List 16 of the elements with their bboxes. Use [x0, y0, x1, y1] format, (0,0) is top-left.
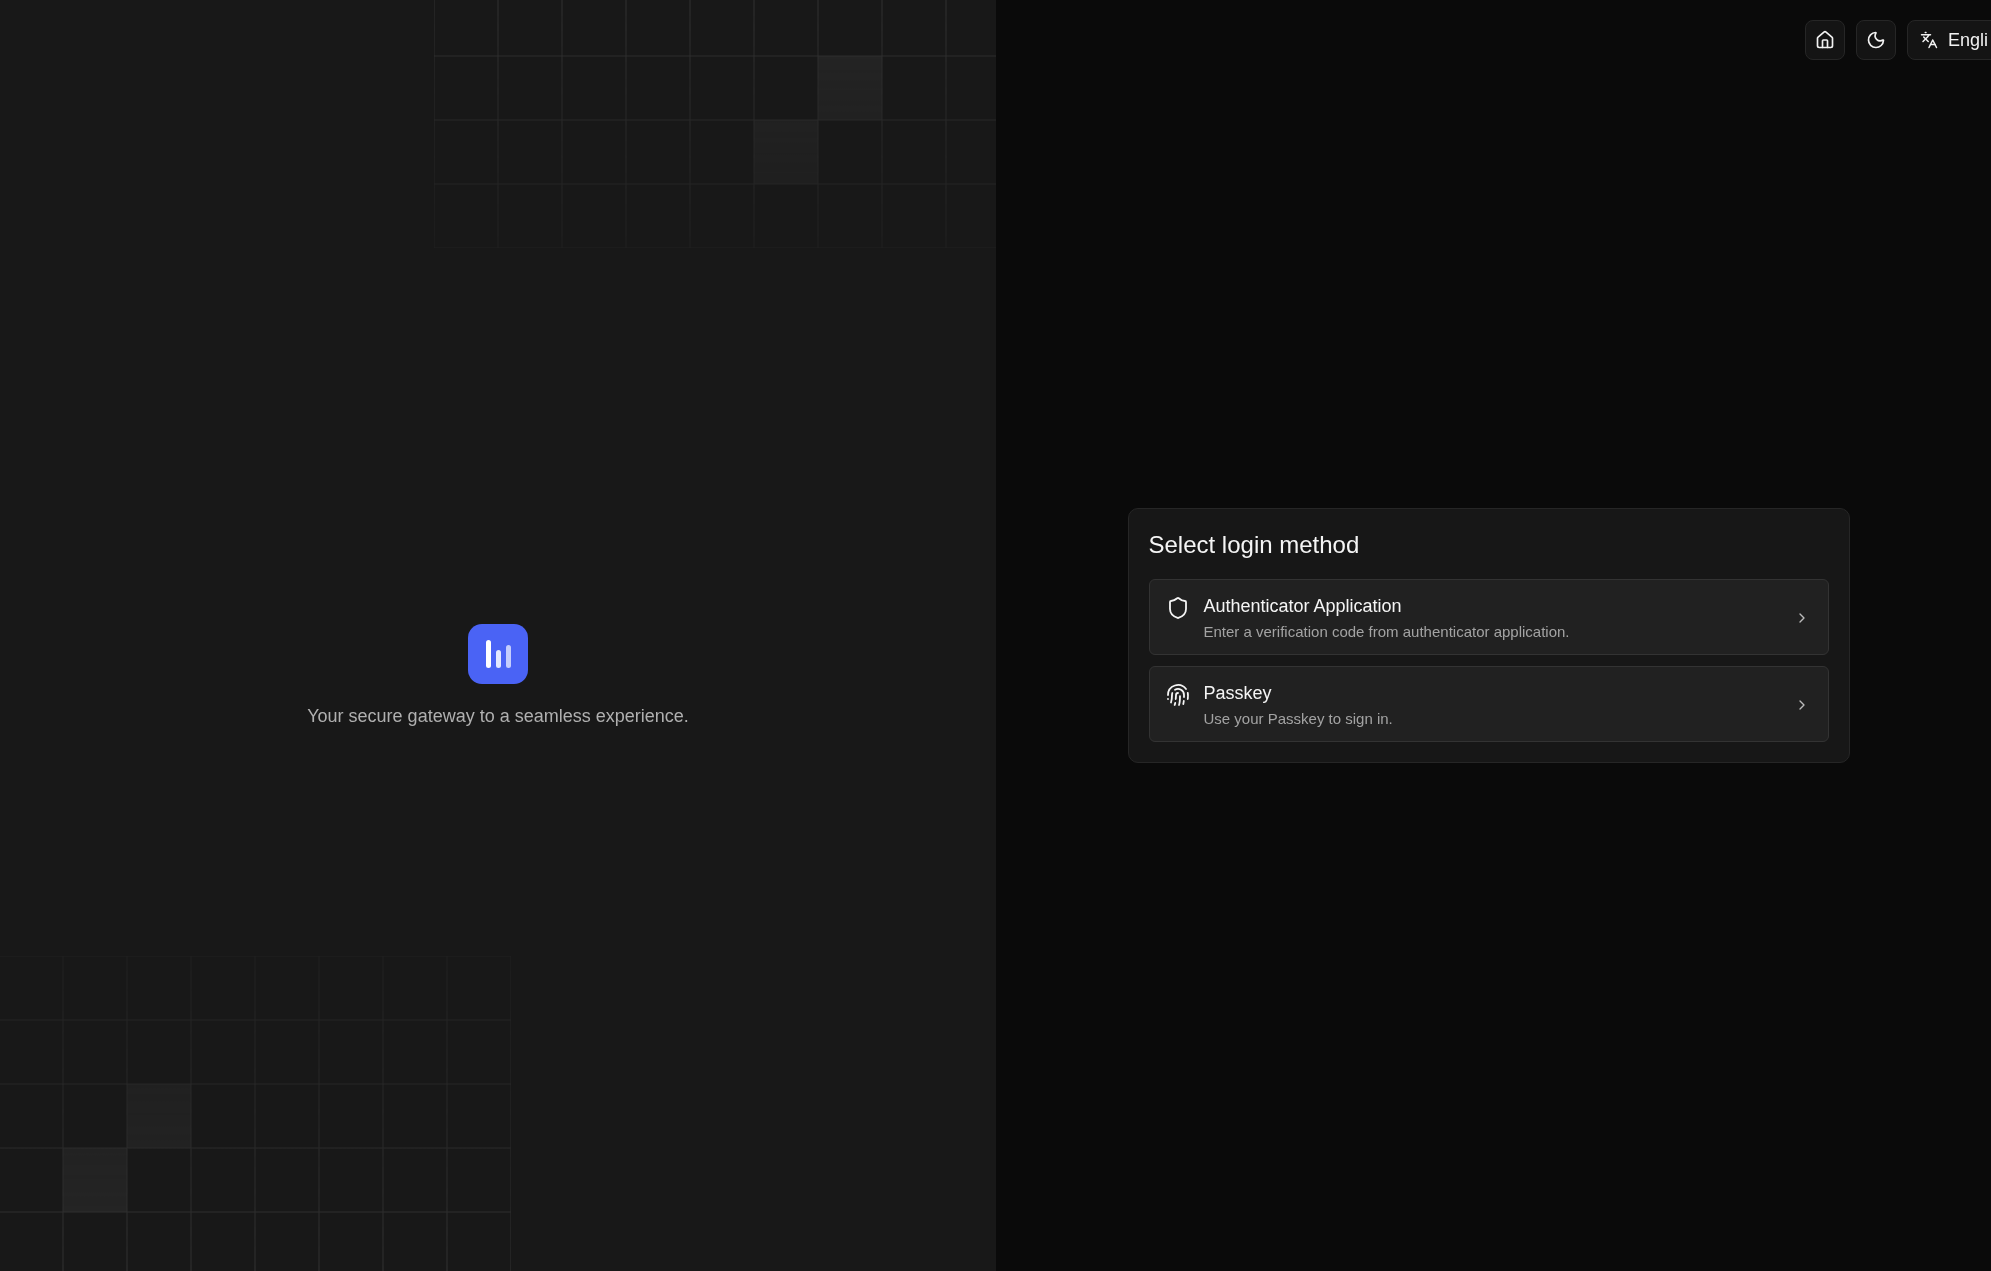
tagline: Your secure gateway to a seamless experience.	[307, 706, 689, 727]
fingerprint-icon	[1165, 683, 1190, 707]
method-description: Enter a verification code from authenticator application.	[1203, 623, 1571, 640]
login-method-option[interactable]: Authenticator Application Enter a verification code from authenticator application.	[1148, 579, 1829, 655]
home-button[interactable]	[1804, 20, 1845, 60]
language-button[interactable]: Engli	[1906, 20, 1991, 60]
theme-button[interactable]	[1855, 20, 1896, 60]
logo-icon	[468, 624, 528, 684]
card-title: Select login method	[1148, 531, 1361, 559]
method-title: Passkey	[1203, 683, 1273, 704]
home-icon	[1814, 30, 1835, 50]
moon-icon	[1865, 30, 1886, 50]
method-title: Authenticator Application	[1203, 596, 1403, 617]
method-description: Use your Passkey to sign in.	[1203, 710, 1394, 727]
translate-icon	[1919, 31, 1938, 49]
login-method-option[interactable]: Passkey Use your Passkey to sign in.	[1148, 666, 1829, 742]
